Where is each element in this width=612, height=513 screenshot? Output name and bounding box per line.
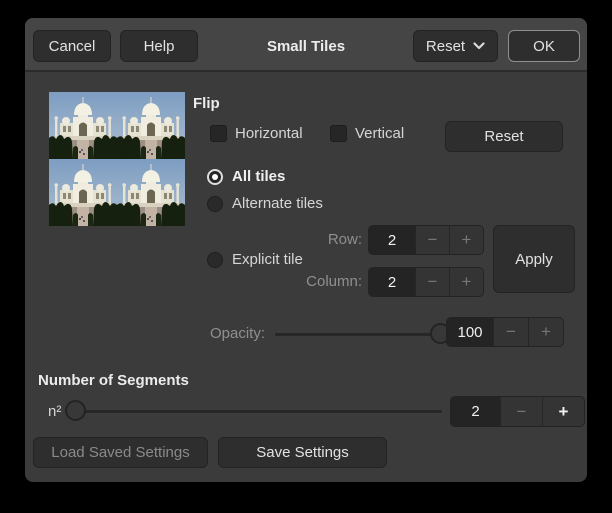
flip-heading: Flip — [193, 95, 220, 112]
opacity-spinner: 100 − + — [446, 317, 564, 347]
row-value[interactable]: 2 — [369, 226, 415, 254]
segments-spinner: 2 − + — [450, 396, 585, 427]
segments-slider[interactable] — [67, 399, 442, 423]
column-spinner: 2 − + — [368, 267, 484, 297]
alternate-tiles-label: Alternate tiles — [232, 195, 323, 212]
reset-menu-button[interactable]: Reset — [413, 30, 498, 62]
explicit-tile-radio-row: Explicit tile — [207, 251, 303, 268]
dialog-header: Cancel Help Small Tiles Reset OK — [25, 18, 587, 72]
column-minus-button[interactable]: − — [415, 268, 449, 296]
opacity-plus-button[interactable]: + — [528, 318, 563, 346]
alternate-tiles-radio[interactable] — [207, 196, 223, 212]
segments-minus-button[interactable]: − — [500, 397, 542, 426]
segments-n-label: n² — [48, 403, 61, 420]
segments-slider-thumb[interactable] — [65, 400, 86, 421]
opacity-slider-track — [275, 333, 447, 336]
save-settings-button[interactable]: Save Settings — [218, 437, 387, 468]
all-tiles-radio[interactable] — [207, 169, 223, 185]
ok-button[interactable]: OK — [508, 30, 580, 62]
flip-reset-button[interactable]: Reset — [445, 121, 563, 152]
reset-menu-label: Reset — [426, 38, 465, 55]
opacity-value[interactable]: 100 — [447, 318, 493, 346]
explicit-tile-radio[interactable] — [207, 252, 223, 268]
opacity-slider[interactable] — [275, 322, 447, 346]
row-minus-button[interactable]: − — [415, 226, 449, 254]
vertical-checkbox[interactable] — [330, 125, 347, 142]
vertical-checkbox-label: Vertical — [355, 125, 404, 142]
horizontal-checkbox-row: Horizontal — [210, 125, 303, 142]
dialog-title: Small Tiles — [25, 38, 587, 55]
apply-button[interactable]: Apply — [493, 225, 575, 293]
explicit-tile-label: Explicit tile — [232, 251, 303, 268]
row-label: Row: — [295, 231, 362, 248]
chevron-down-icon — [473, 42, 485, 50]
preview-image — [49, 92, 185, 226]
segments-heading: Number of Segments — [38, 372, 189, 389]
vertical-checkbox-row: Vertical — [330, 125, 404, 142]
row-spinner: 2 − + — [368, 225, 484, 255]
small-tiles-dialog: Cancel Help Small Tiles Reset OK — [25, 18, 587, 482]
all-tiles-label: All tiles — [232, 168, 285, 185]
segments-value[interactable]: 2 — [451, 397, 500, 426]
alternate-tiles-radio-row: Alternate tiles — [207, 195, 323, 212]
opacity-label: Opacity: — [210, 325, 265, 342]
column-plus-button[interactable]: + — [449, 268, 483, 296]
all-tiles-radio-row: All tiles — [207, 168, 285, 185]
opacity-minus-button[interactable]: − — [493, 318, 528, 346]
load-saved-settings-button[interactable]: Load Saved Settings — [33, 437, 208, 468]
horizontal-checkbox-label: Horizontal — [235, 125, 303, 142]
row-plus-button[interactable]: + — [449, 226, 483, 254]
segments-slider-track — [67, 410, 442, 413]
column-value[interactable]: 2 — [369, 268, 415, 296]
segments-plus-button[interactable]: + — [542, 397, 584, 426]
horizontal-checkbox[interactable] — [210, 125, 227, 142]
column-label: Column: — [285, 273, 362, 290]
screen: Cancel Help Small Tiles Reset OK — [0, 0, 612, 513]
